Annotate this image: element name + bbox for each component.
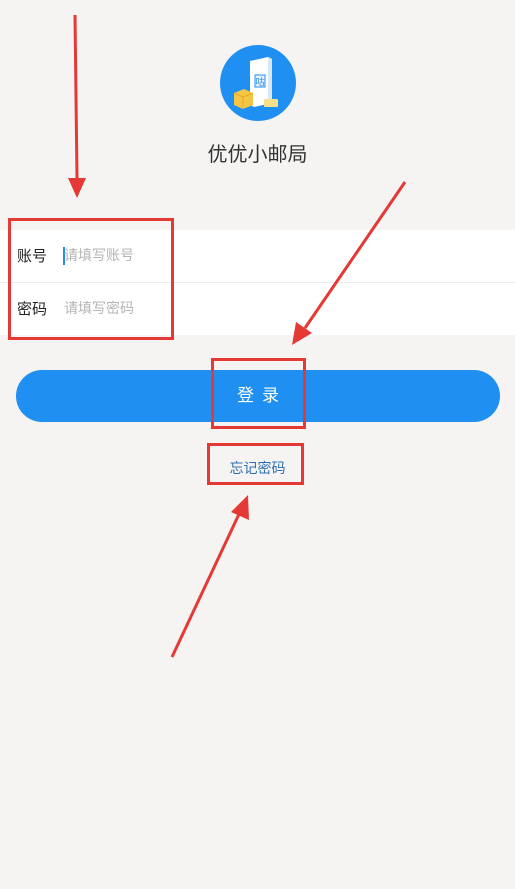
app-name: 优优小邮局 bbox=[207, 142, 308, 166]
highlight-box-login bbox=[211, 358, 306, 429]
highlight-box-form bbox=[8, 218, 174, 340]
mailbox-logo-icon: 咕 bbox=[233, 57, 278, 109]
arrow-head-down-icon bbox=[68, 178, 86, 198]
arrow-up-icon bbox=[170, 511, 242, 658]
app-logo: 咕 bbox=[220, 45, 296, 121]
highlight-box-forgot bbox=[207, 443, 304, 485]
arrow-head-up-icon bbox=[231, 495, 249, 520]
svg-text:咕: 咕 bbox=[255, 76, 264, 88]
